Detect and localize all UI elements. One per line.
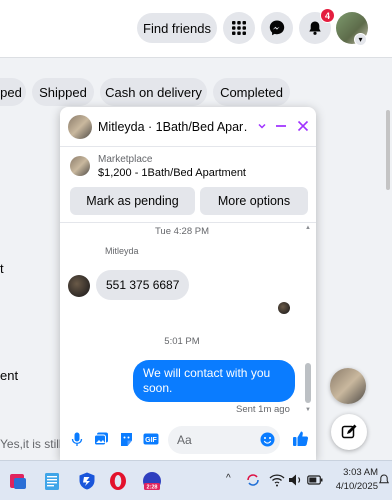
- sent-status: Sent 1m ago: [236, 404, 290, 415]
- message-composer: GIF Aa: [60, 418, 316, 460]
- messenger-icon: [269, 20, 285, 36]
- chat-window: Mitleyda · 1Bath/Bed Apar… Marketplace $…: [60, 107, 316, 460]
- chevron-down-icon[interactable]: ▾: [354, 33, 367, 46]
- filter-chip-pending[interactable]: ped: [0, 78, 26, 106]
- contact-avatar[interactable]: [68, 115, 92, 139]
- seen-indicator-avatar: [278, 302, 290, 314]
- sync-icon[interactable]: [244, 471, 262, 489]
- taskbar-clock[interactable]: 3:03 AM 4/10/2025: [328, 466, 378, 494]
- filter-chip-completed[interactable]: Completed: [213, 78, 290, 106]
- outgoing-message-bubble[interactable]: We will contact with you soon.: [133, 360, 295, 402]
- chat-head-avatar[interactable]: [330, 368, 366, 404]
- compose-icon: [341, 424, 357, 439]
- gif-icon[interactable]: GIF: [143, 431, 159, 447]
- top-navigation-bar: Find friends 4 ▾: [0, 0, 392, 58]
- clock-date: 4/10/2025: [335, 481, 378, 492]
- chevron-down-icon[interactable]: [253, 117, 271, 135]
- shield-icon[interactable]: [75, 469, 99, 493]
- photo-icon[interactable]: [93, 431, 109, 447]
- volume-icon[interactable]: [287, 471, 305, 489]
- messenger-button[interactable]: [261, 12, 293, 44]
- background-text-fragment: t: [0, 261, 4, 276]
- chat-title[interactable]: Mitleyda · 1Bath/Bed Apar…: [98, 120, 248, 134]
- app-icon[interactable]: [6, 469, 30, 493]
- bell-icon: [309, 21, 321, 35]
- message-timestamp: Tue 4:28 PM: [154, 226, 210, 237]
- clock-time: 3:03 AM: [343, 467, 378, 478]
- chat-header[interactable]: Mitleyda · 1Bath/Bed Apar…: [60, 107, 316, 147]
- background-text-fragment: ent: [0, 368, 19, 383]
- thumbs-up-icon[interactable]: [291, 429, 309, 447]
- new-message-button[interactable]: [331, 414, 367, 450]
- notepad-icon[interactable]: [40, 469, 64, 493]
- svg-text:GIF: GIF: [145, 437, 157, 444]
- wifi-icon[interactable]: [268, 471, 286, 489]
- recorder-app-icon[interactable]: 2:28: [140, 469, 164, 493]
- filter-chip-cash-on-delivery[interactable]: Cash on delivery: [100, 78, 207, 106]
- incoming-message-bubble[interactable]: 551 375 6687: [96, 270, 190, 300]
- scroll-up-arrow-icon[interactable]: ▲: [305, 225, 311, 231]
- minimize-icon[interactable]: [272, 117, 290, 135]
- page-scrollbar-thumb[interactable]: [386, 110, 390, 190]
- mark-as-pending-button[interactable]: Mark as pending: [70, 187, 195, 215]
- marketplace-listing-card[interactable]: Marketplace $1,200 - 1Bath/Bed Apartment…: [60, 147, 316, 223]
- background-preview-text: Yes,it is still: [0, 437, 62, 451]
- scroll-down-arrow-icon[interactable]: ▼: [305, 407, 311, 413]
- notification-center-icon[interactable]: [378, 473, 390, 487]
- sender-avatar[interactable]: [68, 275, 90, 297]
- find-friends-button[interactable]: Find friends: [137, 13, 217, 43]
- sticker-icon[interactable]: [118, 431, 134, 447]
- windows-taskbar: 2:28 ^ 3:03 AM 4/10/2025: [0, 460, 392, 500]
- listing-source-label: Marketplace: [98, 154, 153, 165]
- more-options-button[interactable]: More options: [200, 187, 308, 215]
- taskbar-badge-text: 2:28: [146, 485, 157, 491]
- close-icon[interactable]: [294, 117, 312, 135]
- notification-count-badge: 4: [320, 8, 335, 23]
- grid-menu-icon: [232, 21, 246, 35]
- battery-icon[interactable]: [306, 471, 324, 489]
- filter-chip-shipped[interactable]: Shipped: [32, 78, 94, 106]
- emoji-icon[interactable]: [259, 431, 275, 447]
- menu-button[interactable]: [223, 12, 255, 44]
- notifications-button[interactable]: 4: [299, 8, 335, 44]
- opera-browser-icon[interactable]: [106, 469, 130, 493]
- chevron-up-icon[interactable]: ^: [226, 473, 231, 484]
- listing-thumbnail: [70, 156, 90, 176]
- message-scrollbar-thumb[interactable]: [305, 363, 311, 403]
- sender-name: Mitleyda: [105, 246, 139, 256]
- microphone-icon[interactable]: [69, 431, 85, 447]
- message-timestamp: 5:01 PM: [164, 336, 200, 347]
- listing-title: $1,200 - 1Bath/Bed Apartment: [98, 167, 246, 179]
